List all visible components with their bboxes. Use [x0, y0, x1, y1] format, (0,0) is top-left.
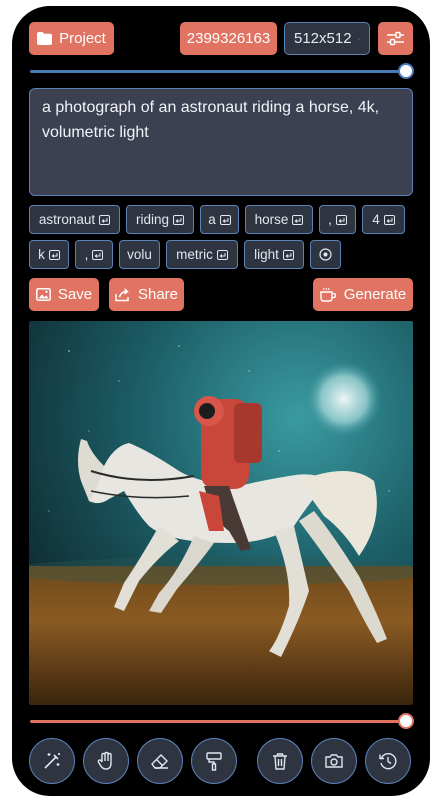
- history-icon: [379, 753, 397, 770]
- token-chip[interactable]: volu: [119, 240, 160, 269]
- paint-roller-button[interactable]: [191, 738, 237, 784]
- chevron-down-icon: [357, 37, 360, 40]
- strength-slider-thumb[interactable]: [398, 63, 414, 79]
- enter-key-icon: [219, 214, 231, 225]
- save-button[interactable]: Save: [29, 278, 99, 311]
- eraser-icon: [151, 754, 168, 769]
- prompt-text: a photograph of an astronaut riding a ho…: [42, 99, 380, 141]
- enter-key-icon: [216, 249, 228, 260]
- generate-label: Generate: [343, 286, 407, 303]
- circle-dot-icon: [319, 248, 332, 261]
- camera-icon: [325, 754, 343, 768]
- project-button[interactable]: Project: [29, 22, 114, 55]
- image-slider-track[interactable]: [30, 720, 408, 723]
- strength-slider-track[interactable]: [30, 70, 408, 73]
- app-screen: Project 2399326163 512x512 a photograph …: [12, 6, 430, 796]
- token-label: light: [254, 247, 279, 262]
- enter-key-icon: [92, 249, 104, 260]
- history-button[interactable]: [365, 738, 411, 784]
- token-chip[interactable]: light: [244, 240, 304, 269]
- enter-key-icon: [282, 249, 294, 260]
- hand-icon: [97, 751, 112, 770]
- prompt-textarea[interactable]: a photograph of an astronaut riding a ho…: [29, 88, 413, 196]
- share-label: Share: [137, 286, 179, 303]
- enter-key-icon: [383, 214, 395, 225]
- save-label: Save: [57, 286, 93, 303]
- token-chip[interactable]: riding: [126, 205, 194, 234]
- token-chip[interactable]: k: [29, 240, 69, 269]
- token-chip[interactable]: horse: [245, 205, 313, 234]
- token-chip[interactable]: astronaut: [29, 205, 120, 234]
- magic-wand-icon: [44, 753, 60, 769]
- token-chip[interactable]: 4: [362, 205, 405, 234]
- token-label: ,: [328, 212, 332, 227]
- sliders-icon: [387, 31, 404, 46]
- share-button[interactable]: Share: [109, 278, 184, 311]
- project-label: Project: [59, 30, 106, 47]
- token-chip[interactable]: a: [200, 205, 239, 234]
- enter-key-icon: [48, 249, 60, 260]
- size-select[interactable]: 512x512: [284, 22, 370, 55]
- token-label: 4: [372, 212, 380, 227]
- size-value: 512x512: [294, 30, 352, 47]
- enter-key-icon: [173, 214, 185, 225]
- settings-button[interactable]: [378, 22, 413, 55]
- add-token-button[interactable]: [310, 240, 341, 269]
- share-icon: [115, 287, 129, 301]
- image-slider-thumb[interactable]: [398, 713, 414, 729]
- generated-image: [29, 321, 413, 705]
- trash-icon: [273, 753, 287, 770]
- enter-key-icon: [292, 214, 304, 225]
- token-label: ,: [84, 247, 89, 262]
- token-label: metric: [176, 247, 213, 262]
- pan-button[interactable]: [83, 738, 129, 784]
- seed-value: 2399326163: [186, 30, 271, 47]
- seed-button[interactable]: 2399326163: [180, 22, 277, 55]
- image-icon: [35, 288, 51, 301]
- token-chip[interactable]: metric: [166, 240, 238, 269]
- paint-roller-icon: [206, 752, 222, 771]
- token-chip[interactable]: ,: [319, 205, 356, 234]
- token-chip[interactable]: ,: [75, 240, 113, 269]
- camera-button[interactable]: [311, 738, 357, 784]
- delete-button[interactable]: [257, 738, 303, 784]
- enter-key-icon: [99, 214, 111, 225]
- generate-button[interactable]: Generate: [313, 278, 413, 311]
- token-label: a: [208, 212, 216, 227]
- magic-wand-button[interactable]: [29, 738, 75, 784]
- folder-icon: [37, 32, 53, 45]
- token-label: horse: [254, 212, 289, 227]
- enter-key-icon: [335, 214, 347, 225]
- token-label: volu: [127, 247, 152, 262]
- eraser-button[interactable]: [137, 738, 183, 784]
- token-label: astronaut: [38, 212, 96, 227]
- mug-icon: [320, 287, 336, 302]
- token-label: riding: [135, 212, 170, 227]
- token-label: k: [38, 247, 45, 262]
